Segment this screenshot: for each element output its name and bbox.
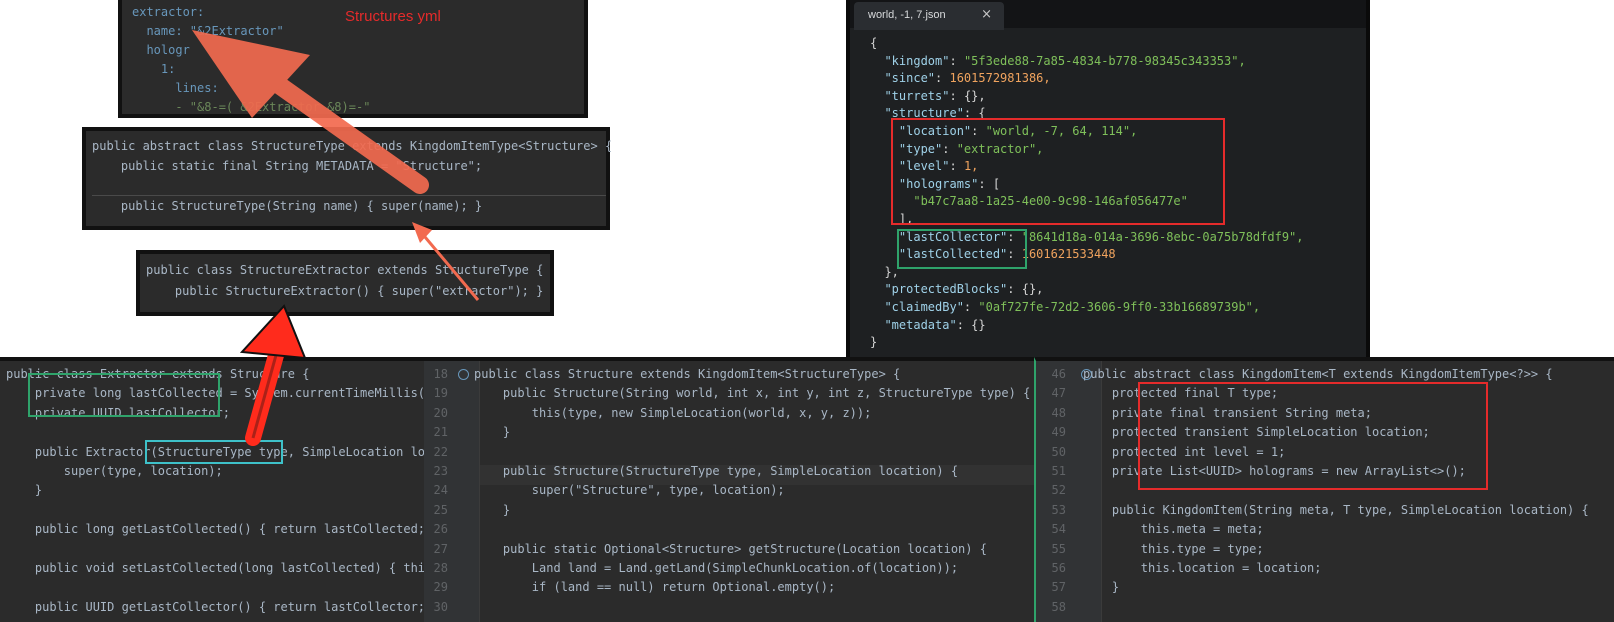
tab-title: world, -1, 7.json	[868, 9, 946, 21]
code-line: this.type = type;	[1083, 541, 1264, 556]
json-line: },	[870, 264, 899, 279]
line-number: 28	[433, 561, 448, 575]
line-number: 21	[433, 425, 448, 440]
yaml-line: lines:	[132, 81, 219, 95]
code-line: super(type, location);	[6, 464, 223, 478]
holograms-highlight	[891, 118, 1225, 225]
line-number: 26	[433, 522, 448, 537]
line-number: 48	[1051, 405, 1066, 420]
code-line: public UUID getLastCollector() { return …	[6, 599, 440, 614]
code-line: this.meta = meta;	[1083, 522, 1264, 537]
code-line: this(type, new SimpleLocation(world, x, …	[474, 405, 872, 420]
last-collector-highlight	[897, 229, 1027, 269]
code-line: public abstract class StructureType exte…	[92, 139, 613, 153]
line-number: 53	[1051, 502, 1066, 517]
structure-class-panel: 18 public class Structure extends Kingdom…	[424, 357, 1034, 622]
yaml-line: name: "&2Extractor"	[132, 24, 284, 38]
structure-extractor-panel: public class StructureExtractor extends …	[136, 250, 554, 316]
line-number: 25	[433, 502, 448, 517]
line-number: 55	[1051, 541, 1066, 556]
fields-highlight	[1138, 382, 1488, 490]
json-line: "claimedBy": "0af727fe-72d2-3606-9ff0-33…	[870, 300, 1261, 314]
code-line: public static Optional<Structure> getStr…	[474, 541, 987, 556]
line-number: 18	[433, 367, 448, 381]
close-icon[interactable]: ×	[981, 7, 992, 22]
line-number: 49	[1051, 425, 1066, 440]
constructor-param-highlight	[145, 440, 283, 464]
code-line: }	[1083, 580, 1120, 595]
code-line: public StructureType(String name) { supe…	[92, 199, 483, 213]
json-line: "metadata": {}	[870, 317, 986, 332]
bookmark-icon[interactable]	[458, 369, 469, 380]
line-number: 47	[1051, 386, 1066, 401]
code-line: }	[6, 483, 43, 498]
line-number: 30	[433, 599, 448, 614]
line-number: 50	[1051, 444, 1066, 459]
json-line: }	[870, 335, 878, 350]
json-line: "since": 1601572981386,	[870, 71, 1051, 86]
yaml-line: extractor:	[132, 5, 205, 19]
structure-type-panel: public abstract class StructureType exte…	[82, 127, 613, 230]
json-line: "protectedBlocks": {},	[870, 282, 1044, 297]
code-line: if (land == null) return Optional.empty(…	[474, 580, 836, 595]
code-line: public Structure(StructureType type, Sim…	[474, 464, 959, 478]
json-line: {	[870, 36, 878, 50]
code-line: Land land = Land.getLand(SimpleChunkLoca…	[474, 561, 959, 575]
field-highlight	[28, 373, 220, 417]
line-number: 23	[433, 464, 448, 478]
json-line: "kingdom": "5f3ede88-7a85-4834-b778-9834…	[870, 53, 1246, 68]
code-line: super("Structure", type, location);	[474, 483, 785, 498]
code-line: }	[474, 425, 511, 440]
code-line: public class StructureExtractor extends …	[146, 263, 544, 277]
code-line: public StructureExtractor() { super("ext…	[146, 284, 544, 298]
line-number: 27	[433, 541, 448, 556]
code-line: public long getLastCollected() { return …	[6, 522, 440, 537]
code-line: public Structure(String world, int x, in…	[474, 386, 1031, 401]
line-number: 52	[1051, 483, 1066, 498]
yaml-line: 1:	[132, 62, 176, 76]
yaml-line: - "&8-=( &2Extractor &8)=-"	[132, 100, 371, 114]
line-number: 29	[433, 580, 448, 595]
code-line: public class Structure extends KingdomIt…	[474, 367, 901, 381]
line-number: 57	[1051, 580, 1066, 595]
line-number: 46	[1051, 367, 1066, 381]
annotation-label: Structures yml	[345, 8, 441, 25]
line-number: 54	[1051, 522, 1066, 537]
code-line: public abstract class KingdomItem<T exte…	[1083, 367, 1553, 381]
code-line: public KingdomItem(String meta, T type, …	[1083, 502, 1589, 517]
code-line: this.location = location;	[1083, 561, 1322, 575]
line-number: 19	[433, 386, 448, 401]
json-line: "turrets": {},	[870, 88, 986, 103]
line-number: 20	[433, 405, 448, 420]
line-number: 24	[433, 483, 448, 498]
tab-json-file[interactable]: world, -1, 7.json ×	[854, 2, 1004, 30]
code-line: }	[474, 502, 511, 517]
line-number: 58	[1051, 599, 1066, 614]
code-line: public void setLastCollected(long lastCo…	[6, 561, 440, 575]
yaml-line: hologr	[132, 43, 190, 57]
separator	[92, 195, 606, 196]
line-number: 22	[433, 444, 448, 459]
line-number: 56	[1051, 561, 1066, 575]
line-number: 51	[1051, 464, 1066, 478]
code-line: public static final String METADATA = "S…	[92, 159, 483, 173]
